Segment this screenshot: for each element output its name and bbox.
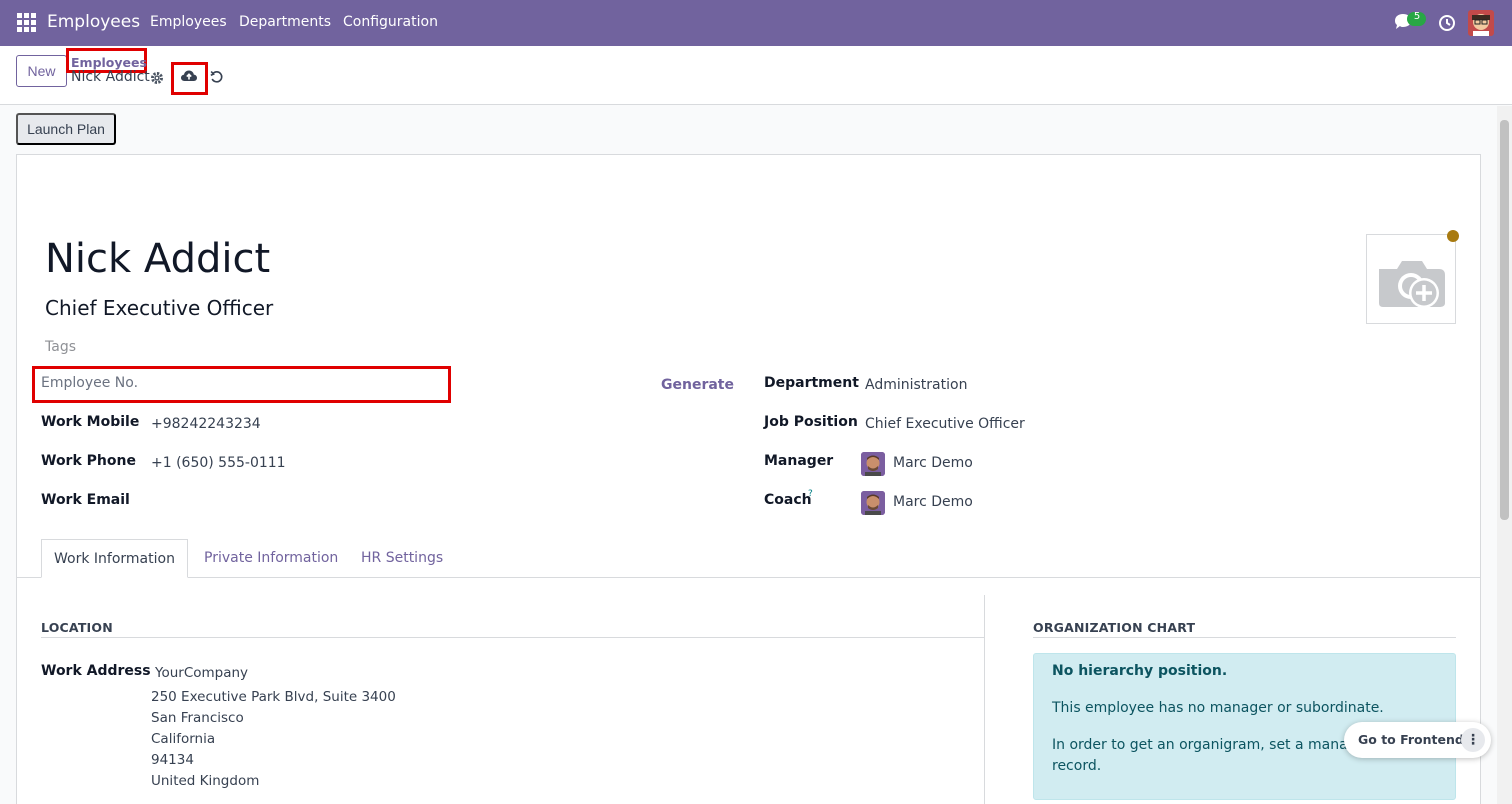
employee-no-input[interactable]: Employee No.: [41, 375, 138, 391]
menu-departments[interactable]: Departments: [239, 14, 331, 30]
tab-private-information[interactable]: Private Information: [204, 550, 338, 566]
presence-status-dot: [1447, 230, 1459, 242]
work-email-label: Work Email: [41, 492, 130, 508]
work-address-street: 250 Executive Park Blvd, Suite 3400: [151, 689, 396, 705]
work-address-zip: 94134: [151, 752, 194, 768]
org-chart-section-title: ORGANIZATION CHART: [1033, 620, 1196, 635]
work-address-state: California: [151, 731, 216, 747]
location-section-title: LOCATION: [41, 620, 113, 635]
job-position-value[interactable]: Chief Executive Officer: [865, 416, 1025, 432]
apps-menu-icon[interactable]: [17, 13, 36, 32]
work-mobile-label: Work Mobile: [41, 414, 140, 430]
menu-employees[interactable]: Employees: [150, 14, 227, 30]
camera-plus-icon: [1379, 261, 1445, 308]
column-separator: [984, 595, 985, 804]
user-avatar[interactable]: [1468, 10, 1494, 40]
manager-label: Manager: [764, 453, 834, 469]
new-button[interactable]: New: [16, 55, 67, 87]
work-mobile-value[interactable]: +98242243234: [151, 416, 261, 432]
work-address-label: Work Address: [41, 663, 151, 679]
tabs-divider: [17, 577, 1480, 578]
breadcrumb-employees-link[interactable]: Employees: [71, 55, 147, 70]
app-title[interactable]: Employees: [47, 12, 140, 32]
more-options-icon[interactable]: ⋮: [1461, 728, 1485, 752]
department-label: Department: [764, 375, 859, 391]
work-address-country: United Kingdom: [151, 773, 260, 789]
tab-hr-settings[interactable]: HR Settings: [361, 550, 443, 566]
coach-value[interactable]: Marc Demo: [893, 494, 973, 510]
department-value[interactable]: Administration: [865, 377, 967, 393]
org-chart-text-1: This employee has no manager or subordin…: [1052, 700, 1384, 716]
org-chart-heading: No hierarchy position.: [1052, 663, 1228, 679]
activity-clock-icon[interactable]: [1438, 14, 1456, 36]
work-email-value[interactable]: [151, 494, 551, 512]
work-address-company[interactable]: YourCompany: [155, 665, 248, 681]
tab-work-information[interactable]: Work Information: [41, 539, 188, 578]
control-panel: New Employees Nick Addict: [0, 46, 1512, 105]
org-chart-section-line: [1033, 637, 1456, 638]
manager-avatar: [861, 452, 885, 476]
coach-help-tooltip[interactable]: ?: [808, 489, 813, 499]
messages-badge: 5: [1413, 11, 1421, 22]
location-section-line: [41, 637, 984, 638]
launch-plan-button[interactable]: Launch Plan: [16, 113, 116, 145]
discard-undo-icon[interactable]: [210, 70, 224, 88]
tags-input[interactable]: Tags: [45, 339, 76, 355]
save-cloud-icon[interactable]: [180, 69, 198, 87]
breadcrumb-record-name: Nick Addict: [71, 69, 150, 85]
generate-button[interactable]: Generate: [661, 377, 734, 393]
coach-label: Coach: [764, 492, 812, 508]
coach-avatar: [861, 491, 885, 515]
job-position-label: Job Position: [764, 414, 858, 430]
tab-work-information-label: Work Information: [54, 550, 175, 567]
employee-photo-upload[interactable]: [1366, 234, 1456, 324]
org-chart-text-2a: In order to get an organigram, set a man…: [1052, 737, 1384, 753]
manager-value[interactable]: Marc Demo: [893, 455, 973, 471]
work-phone-label: Work Phone: [41, 453, 136, 469]
top-navbar: Employees Employees Departments Configur…: [0, 0, 1512, 46]
org-chart-text-2b: record.: [1052, 758, 1102, 774]
work-address-city: San Francisco: [151, 710, 244, 726]
work-phone-value[interactable]: +1 (650) 555-0111: [151, 455, 286, 471]
go-to-frontend-button[interactable]: Go to Frontend: [1358, 732, 1464, 747]
gear-icon[interactable]: [150, 71, 164, 89]
employee-name-input[interactable]: Nick Addict: [45, 236, 270, 282]
menu-configuration[interactable]: Configuration: [343, 14, 438, 30]
job-title-input[interactable]: Chief Executive Officer: [45, 296, 273, 320]
scrollbar-thumb[interactable]: [1500, 120, 1509, 520]
